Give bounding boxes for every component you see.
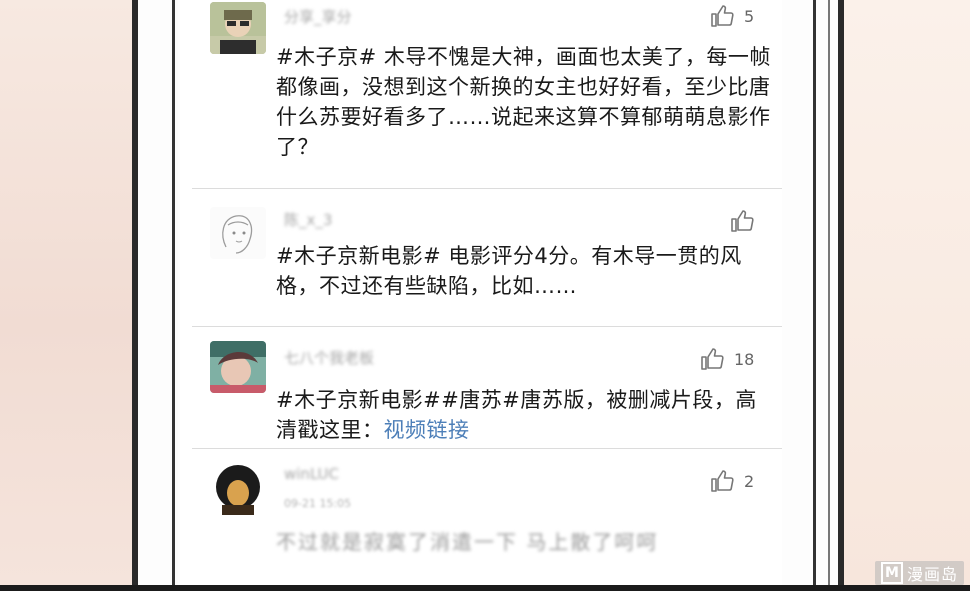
- avatar[interactable]: [210, 341, 266, 393]
- avatar-image: [210, 2, 266, 54]
- avatar[interactable]: [210, 207, 266, 259]
- comment-text: 不过就是寂寞了消遣一下 马上散了呵呵: [276, 530, 659, 554]
- like-button[interactable]: 18: [700, 347, 754, 371]
- thumbs-up-icon: [711, 5, 734, 27]
- comment-item: 分享_享分 5 #木子京# 木导不愧是大神，画面也太美了，每一帧都像画，没想到这…: [178, 0, 782, 188]
- bottom-border: [0, 585, 970, 591]
- watermark-logo: M: [880, 562, 903, 584]
- comment-text: #木子京新电影# 电影评分4分。有木导一贯的风格，不过还有些缺陷，比如……: [276, 244, 742, 298]
- comment-username[interactable]: 分享_享分: [284, 6, 352, 27]
- comment-text: #木子京# 木导不愧是大神，画面也太美了，每一帧都像画，没想到这个新换的女主也好…: [276, 45, 771, 159]
- comment-item: 陈_x_3 #木子京新电影# 电影评分4分。有木导一贯的风格，不过还有些缺陷，比…: [178, 189, 782, 325]
- avatar[interactable]: [210, 2, 266, 54]
- avatar-image: [210, 341, 266, 393]
- comment-timestamp: 09-21 15:05: [284, 497, 352, 510]
- background-right: [838, 0, 970, 591]
- comment-username[interactable]: 七八个我老板: [284, 347, 374, 368]
- like-count: 5: [744, 6, 755, 26]
- avatar-image: [210, 463, 266, 515]
- avatar-image: [210, 207, 266, 259]
- comment-list: 分享_享分 5 #木子京# 木导不愧是大神，画面也太美了，每一帧都像画，没想到这…: [178, 0, 782, 585]
- like-count: 18: [734, 349, 755, 369]
- like-button[interactable]: [730, 209, 764, 233]
- like-button[interactable]: 2: [710, 469, 754, 493]
- thumbs-up-icon: [711, 470, 734, 492]
- comment-text: #木子京新电影##唐苏#唐苏版，被删减片段，高清戳这里：视频链接: [276, 385, 776, 445]
- watermark-text: 漫画岛: [906, 565, 958, 584]
- watermark: M 漫画岛: [874, 561, 964, 585]
- comment-item: winLUC 09-21 15:05 2 不过就是寂寞了消遣一下 马上散了呵呵: [178, 449, 782, 585]
- comment-text-content: #木子京新电影##唐苏#唐苏版，被删减片段，高清戳这里：: [276, 388, 757, 442]
- thumbs-up-icon: [701, 348, 724, 370]
- like-button[interactable]: 5: [710, 4, 754, 28]
- avatar[interactable]: [210, 463, 266, 515]
- comment-item: 七八个我老板 18 #木子京新电影##唐苏#唐苏版，被删减片段，高清戳这里：视频…: [178, 327, 782, 447]
- video-link[interactable]: 视频链接: [384, 418, 470, 442]
- background-left: [0, 0, 132, 591]
- thumbs-up-icon: [731, 210, 754, 232]
- comment-username[interactable]: winLUC: [284, 465, 339, 483]
- comment-username[interactable]: 陈_x_3: [284, 209, 332, 230]
- like-count: 2: [744, 471, 755, 491]
